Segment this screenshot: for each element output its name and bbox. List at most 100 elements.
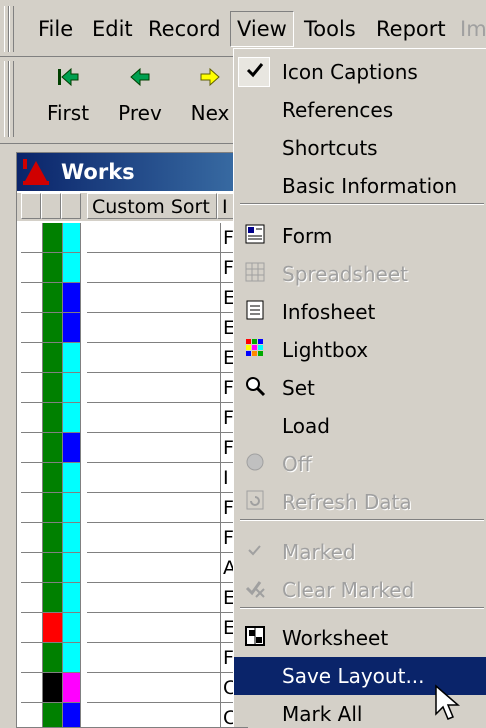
row-flag-cell-1[interactable] [21, 643, 43, 673]
row-flag-cell-3[interactable] [63, 553, 81, 583]
row-flag-cell-3[interactable] [63, 613, 81, 643]
next-button[interactable]: Nex [186, 63, 234, 139]
row-flag-cell-3[interactable] [63, 343, 81, 373]
row-flag-cell-1[interactable] [21, 463, 43, 493]
row-flag-cell-3[interactable] [63, 433, 81, 463]
row-flag-cell-2[interactable] [43, 673, 63, 703]
table-row[interactable]: C [17, 673, 247, 703]
row-flag-cell-1[interactable] [21, 553, 43, 583]
row-flag-cell-1[interactable] [21, 523, 43, 553]
row-flag-cell-3[interactable] [63, 643, 81, 673]
row-flag-cell-1[interactable] [21, 673, 43, 703]
menu-record[interactable]: Record [142, 12, 227, 46]
row-custom-sort-cell[interactable] [87, 253, 221, 283]
menu-item-spreadsheet[interactable]: Spreadsheet [234, 255, 486, 293]
row-custom-sort-cell[interactable] [87, 313, 221, 343]
table-row[interactable]: E [17, 583, 247, 613]
toolbar-grip-2[interactable] [9, 61, 14, 137]
prev-button[interactable]: Prev [110, 63, 170, 139]
row-custom-sort-cell[interactable] [87, 403, 221, 433]
column-header-flag1[interactable] [21, 193, 41, 219]
table-row[interactable]: C [17, 703, 247, 727]
table-row[interactable]: E [17, 283, 247, 313]
row-flag-cell-2[interactable] [43, 313, 63, 343]
row-flag-cell-1[interactable] [21, 373, 43, 403]
row-flag-cell-1[interactable] [21, 583, 43, 613]
first-button[interactable]: First [38, 63, 98, 139]
row-flag-cell-1[interactable] [21, 223, 43, 253]
row-flag-cell-2[interactable] [43, 343, 63, 373]
row-custom-sort-cell[interactable] [87, 373, 221, 403]
table-row[interactable]: F [17, 493, 247, 523]
table-row[interactable]: E [17, 613, 247, 643]
table-row[interactable]: F [17, 403, 247, 433]
row-flag-cell-1[interactable] [21, 283, 43, 313]
row-custom-sort-cell[interactable] [87, 673, 221, 703]
row-flag-cell-3[interactable] [63, 703, 81, 727]
menu-item-refresh-data[interactable]: Refresh Data [234, 483, 486, 521]
table-row[interactable]: F [17, 223, 247, 253]
row-custom-sort-cell[interactable] [87, 223, 221, 253]
row-custom-sort-cell[interactable] [87, 523, 221, 553]
column-header-flag2[interactable] [41, 193, 61, 219]
menu-import[interactable]: Im [454, 12, 486, 46]
menu-item-infosheet[interactable]: Infosheet [234, 293, 486, 331]
row-flag-cell-1[interactable] [21, 253, 43, 283]
column-header-flag3[interactable] [61, 193, 81, 219]
menu-report[interactable]: Report [370, 12, 452, 46]
row-flag-cell-1[interactable] [21, 313, 43, 343]
row-flag-cell-3[interactable] [63, 523, 81, 553]
row-flag-cell-1[interactable] [21, 403, 43, 433]
row-flag-cell-3[interactable] [63, 403, 81, 433]
row-flag-cell-1[interactable] [21, 493, 43, 523]
menu-item-references[interactable]: References [234, 91, 486, 129]
menu-item-lightbox[interactable]: Lightbox [234, 331, 486, 369]
table-row[interactable]: I [17, 463, 247, 493]
menu-item-basic-information[interactable]: Basic Information [234, 167, 486, 205]
menu-view[interactable]: View [230, 11, 294, 47]
menu-item-clear-marked[interactable]: Clear Marked [234, 571, 486, 609]
row-flag-cell-2[interactable] [43, 373, 63, 403]
table-row[interactable]: F [17, 373, 247, 403]
row-custom-sort-cell[interactable] [87, 703, 221, 727]
works-title-bar[interactable]: Works [17, 153, 247, 191]
row-flag-cell-2[interactable] [43, 223, 63, 253]
menu-item-worksheet[interactable]: Worksheet [234, 619, 486, 657]
row-flag-cell-2[interactable] [43, 703, 63, 727]
row-custom-sort-cell[interactable] [87, 463, 221, 493]
row-flag-cell-3[interactable] [63, 583, 81, 613]
menubar-grip-2[interactable] [9, 6, 14, 52]
row-flag-cell-2[interactable] [43, 433, 63, 463]
column-header-custom-sort[interactable]: Custom Sort [87, 193, 217, 219]
row-flag-cell-1[interactable] [21, 343, 43, 373]
menu-file[interactable]: File [32, 12, 79, 46]
menu-item-load[interactable]: Load [234, 407, 486, 445]
row-custom-sort-cell[interactable] [87, 553, 221, 583]
row-flag-cell-3[interactable] [63, 673, 81, 703]
table-row[interactable]: E [17, 313, 247, 343]
row-flag-cell-3[interactable] [63, 223, 81, 253]
row-custom-sort-cell[interactable] [87, 643, 221, 673]
row-flag-cell-2[interactable] [43, 613, 63, 643]
row-flag-cell-2[interactable] [43, 253, 63, 283]
menu-item-set[interactable]: Set [234, 369, 486, 407]
row-custom-sort-cell[interactable] [87, 583, 221, 613]
row-flag-cell-2[interactable] [43, 553, 63, 583]
row-flag-cell-3[interactable] [63, 373, 81, 403]
row-flag-cell-3[interactable] [63, 253, 81, 283]
row-custom-sort-cell[interactable] [87, 283, 221, 313]
menu-item-marked[interactable]: Marked [234, 533, 486, 571]
table-row[interactable]: F [17, 253, 247, 283]
menu-item-form[interactable]: Form [234, 217, 486, 255]
table-row[interactable]: A [17, 553, 247, 583]
table-row[interactable]: F [17, 643, 247, 673]
table-row[interactable]: E [17, 343, 247, 373]
row-custom-sort-cell[interactable] [87, 493, 221, 523]
menu-item-icon-captions[interactable]: Icon Captions [234, 53, 486, 91]
row-flag-cell-2[interactable] [43, 493, 63, 523]
table-row[interactable]: F [17, 523, 247, 553]
menu-item-shortcuts[interactable]: Shortcuts [234, 129, 486, 167]
row-flag-cell-3[interactable] [63, 493, 81, 523]
table-row[interactable]: F [17, 433, 247, 463]
menu-tools[interactable]: Tools [298, 12, 362, 46]
